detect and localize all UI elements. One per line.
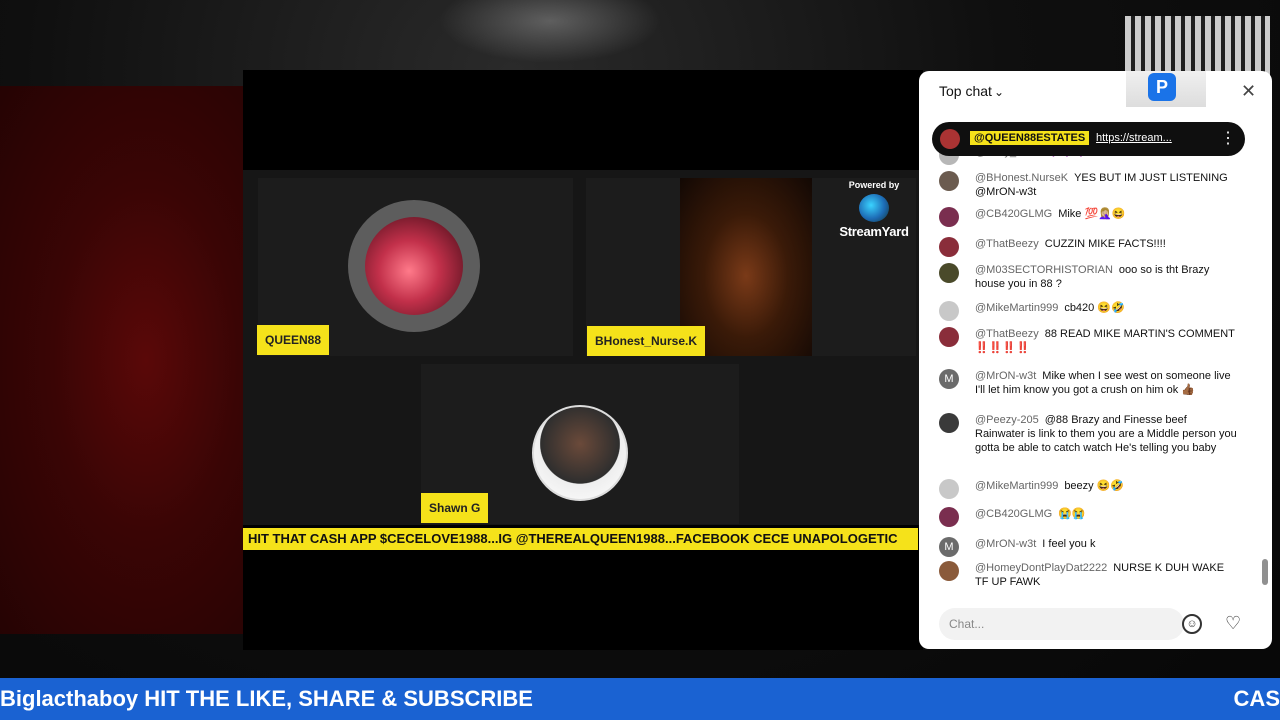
shawn-avatar <box>532 405 628 501</box>
chat-message-body: @HomeyDontPlayDat2222 NURSE K DUH WAKE TF… <box>975 561 1239 589</box>
chat-username[interactable]: @MikeMartin999 <box>975 480 1058 492</box>
pinned-message[interactable]: @QUEEN88ESTATES https://stream... ⋮ <box>932 122 1245 156</box>
chat-message-body: @BHonest.NurseK YES BUT IM JUST LISTENING… <box>975 171 1239 199</box>
ticker-bar: HIT THAT CASH APP $CECELOVE1988...IG @TH… <box>243 528 918 550</box>
chat-message[interactable]: @ThatBeezy 88 READ MIKE MARTIN'S COMMENT … <box>939 327 1239 355</box>
avatar <box>939 413 959 433</box>
chat-username[interactable]: @ThatBeezy <box>975 328 1039 340</box>
chat-text: Mike 💯🤦🏼‍♀️😆 <box>1058 208 1126 220</box>
chat-text: CUZZIN MIKE FACTS!!!! <box>1044 238 1166 250</box>
name-tag-bhonest: BHonest_Nurse.K <box>587 326 706 356</box>
chat-message-body: @MrON-w3t I feel you k <box>975 537 1239 551</box>
chat-message-body: @CB420GLMG 😭😭 <box>975 507 1239 521</box>
chat-username[interactable]: @MikeMartin999 <box>975 302 1058 314</box>
chat-text: 😭😭 <box>1058 508 1086 520</box>
chat-title-label: Top chat <box>939 83 992 99</box>
chat-message[interactable]: @MikeMartin999 beezy 😆🤣 <box>939 479 1239 499</box>
chat-username[interactable]: @MrON-w3t <box>975 370 1036 382</box>
smile-icon[interactable]: ☺ <box>1182 614 1202 634</box>
avatar <box>939 263 959 283</box>
top-chat-selector[interactable]: Top chat ⌄ <box>939 83 1004 99</box>
streamyard-brand: StreamYard <box>839 224 909 239</box>
name-tag-shawn: Shawn G <box>421 493 489 523</box>
chat-scrollbar[interactable] <box>1262 559 1268 585</box>
banner-left-text: Biglacthaboy HIT THE LIKE, SHARE & SUBSC… <box>0 686 533 711</box>
chat-message-body: @CB420GLMG Mike 💯🤦🏼‍♀️😆 <box>975 207 1239 221</box>
more-vert-icon[interactable]: ⋮ <box>1220 128 1236 148</box>
avatar <box>939 301 959 321</box>
chat-message[interactable]: @BHonest.NurseK YES BUT IM JUST LISTENING… <box>939 171 1239 199</box>
left-red-video <box>0 86 243 634</box>
chat-message-body: @MikeMartin999 beezy 😆🤣 <box>975 479 1239 493</box>
streamyard-icon <box>859 194 889 222</box>
chat-text: cb420 😆🤣 <box>1064 302 1125 314</box>
avatar <box>939 237 959 257</box>
pinned-link[interactable]: https://stream... <box>1096 132 1172 144</box>
stream-screen: QUEEN88 BHonest_Nurse.K Shawn G Powered … <box>0 0 1280 720</box>
chat-message[interactable]: @HomeyDontPlayDat2222 NURSE K DUH WAKE TF… <box>939 561 1239 589</box>
pinned-user: @QUEEN88ESTATES <box>970 131 1090 145</box>
chat-message[interactable]: M @MrON-w3t I feel you k <box>939 537 1239 557</box>
avatar <box>939 479 959 499</box>
chat-message[interactable]: @M03SECTORHISTORIAN ooo so is tht Brazy h… <box>939 263 1239 291</box>
chat-username[interactable]: @MrON-w3t <box>975 538 1036 550</box>
chat-username[interactable]: @BHonest.NurseK <box>975 172 1068 184</box>
banner-right-text: CAS <box>1233 686 1280 711</box>
avatar <box>939 171 959 191</box>
ticker-text: HIT THAT CASH APP $CECELOVE1988...IG @TH… <box>248 531 898 546</box>
chat-username[interactable]: @ThatBeezy <box>975 238 1039 250</box>
chat-message-body: @MrON-w3t Mike when I see west on someone… <box>975 369 1239 397</box>
brand-badge: P <box>1126 71 1206 107</box>
avatar: M <box>939 537 959 557</box>
chat-username[interactable]: @Peezy-205 <box>975 414 1039 426</box>
chat-message-body: @ThatBeezy CUZZIN MIKE FACTS!!!! <box>975 237 1239 251</box>
name-tag-queen88: QUEEN88 <box>257 325 330 355</box>
chat-message[interactable]: @CB420GLMG 😭😭 <box>939 507 1239 527</box>
chat-header: Top chat ⌄ P ✕ <box>919 71 1272 115</box>
chat-username[interactable]: @M03SECTORHISTORIAN <box>975 264 1113 276</box>
chat-message-body: @M03SECTORHISTORIAN ooo so is tht Brazy h… <box>975 263 1239 291</box>
powered-by-label: Powered by <box>848 180 900 190</box>
chat-message-body: @ThatBeezy 88 READ MIKE MARTIN'S COMMENT … <box>975 327 1239 355</box>
chat-text: I feel you k <box>1042 538 1096 550</box>
chat-message[interactable]: @MikeMartin999 cb420 😆🤣 <box>939 301 1239 321</box>
avatar <box>939 561 959 581</box>
chat-message-body: @Peezy-205 @88 Brazy and Finesse beef Rai… <box>975 413 1239 455</box>
chat-message[interactable]: M @MrON-w3t Mike when I see west on someon… <box>939 369 1239 397</box>
chevron-down-icon: ⌄ <box>993 85 1004 99</box>
chat-username[interactable]: @CB420GLMG <box>975 508 1052 520</box>
avatar <box>939 327 959 347</box>
chat-message[interactable]: @CB420GLMG Mike 💯🤦🏼‍♀️😆 <box>939 207 1239 227</box>
chat-message[interactable]: @ThatBeezy CUZZIN MIKE FACTS!!!! <box>939 237 1239 257</box>
chat-username[interactable]: @HomeyDontPlayDat2222 <box>975 562 1107 574</box>
queen88-avatar <box>348 200 480 332</box>
chat-username[interactable]: @CB420GLMG <box>975 208 1052 220</box>
avatar: M <box>939 369 959 389</box>
streamyard-logo: Powered by StreamYard <box>836 180 912 239</box>
chat-message-body: @MikeMartin999 cb420 😆🤣 <box>975 301 1239 315</box>
chat-panel: Top chat⌄ P ✕ @Gray_1961💜💜💜@BHonest.Nurs… <box>919 71 1272 649</box>
avatar <box>939 207 959 227</box>
chat-text: beezy 😆🤣 <box>1064 480 1125 492</box>
p-logo-icon: P <box>1148 73 1176 101</box>
bottom-banner: Biglacthaboy HIT THE LIKE, SHARE & SUBSC… <box>0 678 1280 720</box>
chat-messages[interactable]: @Gray_1961💜💜💜@BHonest.NurseKYES BUT IM J… <box>919 145 1264 593</box>
smoke-backdrop <box>420 0 680 70</box>
chat-message[interactable]: @Peezy-205 @88 Brazy and Finesse beef Rai… <box>939 413 1239 455</box>
avatar <box>940 129 960 149</box>
close-icon[interactable]: ✕ <box>1241 81 1256 102</box>
heart-icon[interactable]: ♡ <box>1225 613 1241 634</box>
avatar <box>939 507 959 527</box>
chat-input[interactable]: Chat... <box>939 608 1184 640</box>
